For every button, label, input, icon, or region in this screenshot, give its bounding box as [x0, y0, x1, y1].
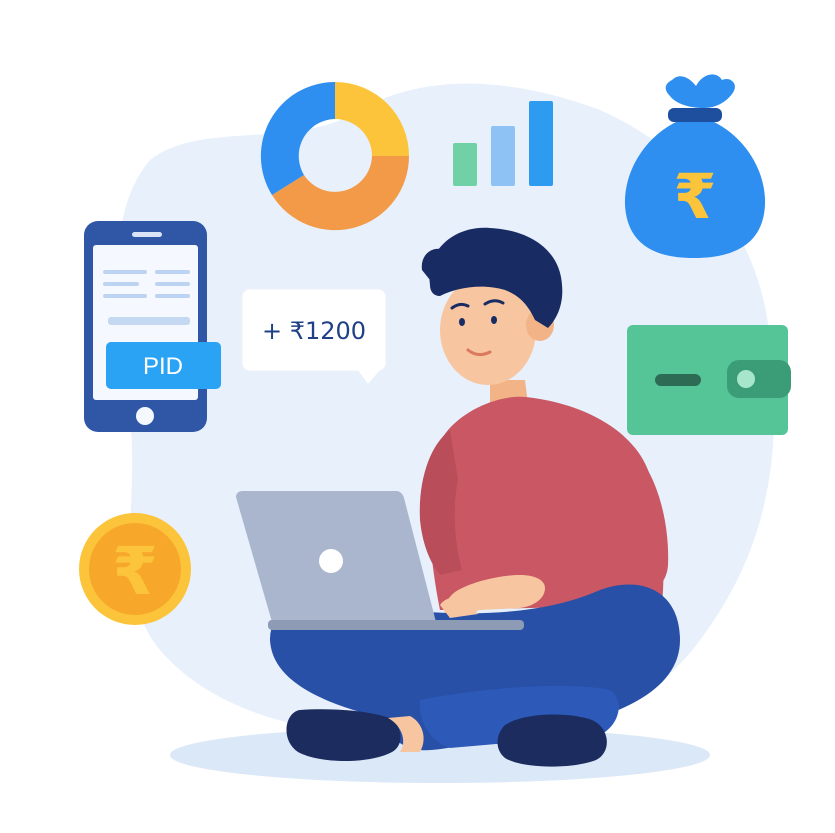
svg-text:₹: ₹: [112, 533, 158, 610]
pid-button[interactable]: PID: [106, 342, 221, 389]
rupee-coin-icon: ₹: [79, 513, 191, 625]
payment-amount: + ₹1200: [262, 317, 366, 345]
illustration-stage: ₹ PID + ₹1200 ₹: [0, 0, 835, 833]
svg-text:₹: ₹: [673, 160, 716, 233]
rupee-money-bag-icon: ₹: [624, 74, 766, 258]
left-foot: [286, 709, 401, 761]
fintech-illustration: ₹ PID + ₹1200 ₹: [79, 74, 791, 783]
pid-button-label: PID: [143, 353, 183, 380]
phone-mockup: [84, 221, 207, 432]
right-foot: [497, 714, 607, 767]
wallet-icon: [627, 325, 791, 435]
payment-bubble: + ₹1200: [241, 288, 387, 384]
